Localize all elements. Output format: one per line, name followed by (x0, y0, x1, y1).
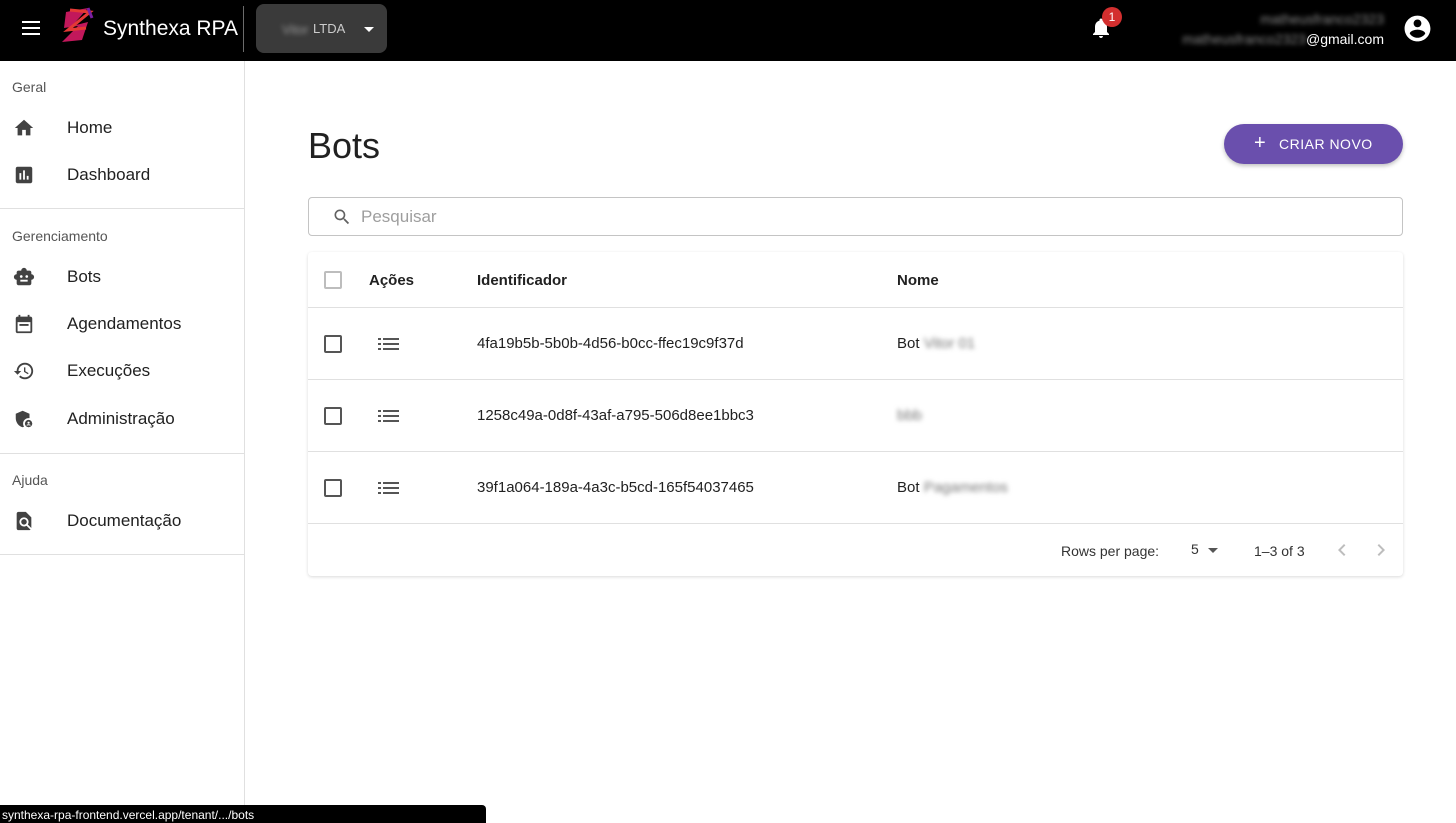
notification-badge: 1 (1102, 7, 1122, 27)
bot-name-blurred: Pagamentos (923, 479, 1008, 496)
status-bar-url: synthexa-rpa-frontend.vercel.app/tenant/… (0, 805, 486, 823)
bot-name: bbb (897, 407, 922, 424)
bot-name-blurred: bbb (897, 407, 923, 424)
bot-name-prefix: Bot (897, 335, 920, 352)
chevron-down-icon (364, 27, 374, 32)
sidebar-item-dashboard[interactable]: Dashboard (0, 154, 244, 198)
bot-name-blurred: Vitor 01 (923, 335, 976, 352)
history-icon (13, 362, 34, 380)
table-row: 4fa19b5b-5b0b-4d56-b0cc-ffec19c9f37d Bot… (308, 308, 1403, 380)
sidebar-item-label: Agendamentos (67, 314, 182, 333)
sidebar-item-label: Dashboard (67, 165, 151, 184)
chevron-down-icon (1208, 548, 1218, 553)
create-new-button[interactable]: + CRIAR NOVO (1224, 124, 1403, 164)
bot-id: 39f1a064-189a-4a3c-b5cd-165f54037465 (477, 479, 754, 496)
list-actions-icon[interactable] (378, 406, 400, 426)
bot-name-prefix: Bot (897, 479, 920, 496)
table-pagination: Rows per page: 5 1–3 of 3 (308, 524, 1403, 576)
sidebar-item-execucoes[interactable]: Execuções (0, 350, 244, 394)
create-new-label: CRIAR NOVO (1279, 136, 1373, 152)
search-icon (334, 209, 350, 225)
page-title: Bots (308, 125, 381, 166)
column-header-acoes: Ações (369, 272, 415, 289)
brand-divider (243, 6, 244, 52)
sidebar-divider (0, 554, 244, 555)
sidebar-item-home[interactable]: Home (0, 107, 244, 151)
search-field (308, 197, 1403, 236)
previous-page-icon[interactable] (1330, 538, 1354, 562)
row-checkbox[interactable] (324, 335, 342, 353)
list-actions-icon[interactable] (378, 334, 400, 354)
next-page-icon[interactable] (1369, 538, 1393, 562)
docs-search-icon (16, 511, 32, 531)
user-email-blurred: matheusfranco2323 (1182, 31, 1306, 47)
select-all-checkbox[interactable] (324, 271, 342, 289)
sidebar-section-gerenciamento: Gerenciamento (12, 228, 108, 244)
tenant-select[interactable]: Vitor LTDA (256, 4, 387, 53)
sidebar-item-label: Execuções (67, 361, 151, 380)
bot-name: Bot Vitor 01 (897, 335, 975, 352)
tenant-name-blurred: Vitor (282, 22, 309, 37)
search-input[interactable] (361, 204, 1381, 230)
sidebar: Geral Home Dashboard Gerenciamento Bots … (0, 61, 245, 823)
user-email-domain: @gmail.com (1305, 31, 1384, 47)
sidebar-item-label: Documentação (67, 511, 182, 530)
user-email: matheusfranco2323@gmail.com (1182, 31, 1384, 47)
page-range: 1–3 of 3 (1254, 543, 1305, 559)
user-name-blurred: matheusfranco2323 (1260, 11, 1384, 27)
dashboard-icon (15, 166, 33, 184)
sidebar-item-documentacao[interactable]: Documentação (0, 500, 244, 544)
column-header-nome[interactable]: Nome (897, 272, 939, 289)
table-header: Ações Identificador Nome (308, 252, 1403, 308)
column-header-identificador[interactable]: Identificador (477, 272, 567, 289)
bot-id: 1258c49a-0d8f-43af-a795-506d8ee1bbc3 (477, 407, 754, 424)
row-checkbox[interactable] (324, 407, 342, 425)
app-brand: Synthexa RPA (103, 17, 239, 40)
row-checkbox[interactable] (324, 479, 342, 497)
synthexa-logo-icon (62, 7, 94, 42)
sidebar-item-administracao[interactable]: Administração (0, 398, 244, 442)
bot-id: 4fa19b5b-5b0b-4d56-b0cc-ffec19c9f37d (477, 335, 744, 352)
sidebar-section-geral: Geral (12, 79, 47, 95)
calendar-icon (15, 314, 33, 334)
rows-per-page-label: Rows per page: (1061, 543, 1160, 559)
account-circle-icon[interactable] (1402, 13, 1433, 44)
home-icon (14, 119, 34, 136)
sidebar-divider (0, 453, 244, 454)
tenant-suffix: LTDA (313, 21, 346, 36)
sidebar-item-label: Administração (67, 409, 175, 428)
sidebar-divider (0, 208, 244, 209)
rows-per-page-select[interactable]: 5 (1191, 541, 1221, 561)
sidebar-item-label: Home (67, 118, 113, 137)
sidebar-item-agendamentos[interactable]: Agendamentos (0, 303, 244, 347)
top-app-bar: Synthexa RPA Vitor LTDA 1 matheusfranco2… (0, 0, 1456, 61)
bots-table: Ações Identificador Nome 4fa19b5b-5b0b-4… (308, 252, 1403, 576)
table-row: 39f1a064-189a-4a3c-b5cd-165f54037465 Bot… (308, 452, 1403, 524)
sidebar-item-bots[interactable]: Bots (0, 256, 244, 300)
sidebar-section-ajuda: Ajuda (12, 472, 48, 488)
menu-icon[interactable] (18, 17, 44, 43)
bot-name: Bot Pagamentos (897, 479, 1008, 496)
rows-per-page-value: 5 (1191, 541, 1199, 557)
admin-shield-icon (15, 410, 33, 428)
bot-icon (13, 267, 35, 286)
table-row: 1258c49a-0d8f-43af-a795-506d8ee1bbc3 bbb (308, 380, 1403, 452)
plus-icon: + (1254, 132, 1267, 154)
sidebar-item-label: Bots (67, 267, 102, 286)
list-actions-icon[interactable] (378, 478, 400, 498)
